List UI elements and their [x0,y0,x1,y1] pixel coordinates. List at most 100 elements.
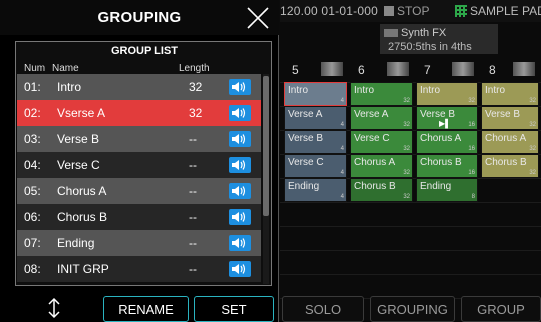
up-down-arrow-icon[interactable] [44,297,64,319]
rename-button[interactable]: RENAME [103,296,189,322]
speaker-icon[interactable] [229,235,251,251]
speaker-icon[interactable] [229,131,251,147]
speaker-icon[interactable] [229,261,251,277]
solo-button[interactable]: SOLO [282,296,364,322]
grouping-popup: GROUPING GROUP LIST Num Name Length 01: I… [0,0,279,322]
close-icon[interactable] [246,6,270,30]
clip-cell[interactable]: Verse A 4 [284,106,347,130]
clip-length: 32 [468,98,475,104]
sample-pad-button[interactable]: SAMPLE PAD [470,4,541,18]
scrollbar-thumb[interactable] [263,76,269,216]
group-length: -- [189,132,197,146]
play-pause-icon: ▶▌ [439,119,451,128]
clip-label: Verse B [485,109,521,120]
stop-status[interactable]: STOP [397,4,429,18]
clip-length: 4 [340,194,344,200]
speaker-icon[interactable] [229,105,251,121]
column-thumbnail [321,62,343,76]
group-rows: 01: Intro 32 02: Vserse A 32 03: Verse B -- 04: Ve… [17,74,261,282]
clip-label: Chorus B [354,181,396,192]
group-name: Verse B [57,132,100,146]
group-row[interactable]: 08: INIT GRP -- [17,256,261,282]
clip-cell[interactable]: Ending 8 [416,178,478,202]
col-num-header: Num [24,63,46,74]
column-number: 8 [489,63,496,77]
clip-length: 32 [403,122,410,128]
group-row[interactable]: 04: Verse C -- [17,152,261,178]
group-number: 07: [24,236,41,250]
group-length: -- [189,158,197,172]
clip-length: 32 [403,194,410,200]
set-button[interactable]: SET [194,296,274,322]
speaker-icon[interactable] [229,209,251,225]
group-name: Ending [57,236,95,250]
group-row[interactable]: 03: Verse B -- [17,126,261,152]
scrollbar[interactable] [263,74,269,284]
clip-cell[interactable]: Verse A 32 [350,106,413,130]
column-number: 5 [292,63,299,77]
clip-cell[interactable]: Chorus B 32 [481,154,539,178]
clip-cell[interactable]: Intro 32 [350,82,413,106]
group-length: -- [189,210,197,224]
clip-label: Chorus B [420,157,462,168]
group-button[interactable]: GROUP [461,296,541,322]
clip-cell[interactable]: Intro 4 [284,82,347,106]
clip-cell[interactable]: Intro 32 [481,82,539,106]
column-header[interactable]: 7 [416,60,478,80]
group-length: -- [189,184,197,198]
group-row[interactable]: 01: Intro 32 [17,74,261,100]
group-number: 04: [24,158,41,172]
clip-length: 32 [403,170,410,176]
column-header[interactable]: 6 [350,60,413,80]
clip-label: Verse C [354,133,390,144]
clip-label: Chorus A [485,133,527,144]
clip-length: 4 [340,170,344,176]
speaker-icon[interactable] [229,79,251,95]
clip-cell[interactable]: Chorus B 16 [416,154,478,178]
column-header[interactable]: 5 [284,60,347,80]
clip-label: Chorus A [420,133,462,144]
popup-header: GROUPING [0,0,279,35]
col-length-header: Length [179,63,210,74]
grouping-button[interactable]: GROUPING [370,296,455,322]
clip-cell[interactable]: Verse B 32 [481,106,539,130]
speaker-icon[interactable] [229,183,251,199]
clip-length: 32 [403,98,410,104]
group-name: Chorus A [57,184,107,198]
grid-line [280,202,541,203]
stop-icon [384,6,394,16]
column-header[interactable]: 8 [481,60,539,80]
clip-length: 32 [529,98,536,104]
clip-label: Intro [354,85,375,96]
clip-cell[interactable]: Chorus B 32 [350,178,413,202]
clip-length: 16 [468,122,475,128]
clip-cell[interactable]: Verse C 4 [284,154,347,178]
clip-cell[interactable]: Intro 32 [416,82,478,106]
group-row[interactable]: 07: Ending -- [17,230,261,256]
group-row[interactable]: 05: Chorus A -- [17,178,261,204]
clip-label: Chorus B [485,157,527,168]
clip-cell[interactable]: Ending 4 [284,178,347,202]
clip-cell[interactable]: Verse B 4 [284,130,347,154]
clip-length: 4 [340,146,344,152]
column-thumbnail [452,62,474,76]
clip-label: Chorus A [354,157,396,168]
group-length: 32 [189,106,203,120]
speaker-icon[interactable] [229,157,251,173]
group-name: Vserse A [57,106,106,120]
clip-label: Verse A [288,109,323,120]
clip-cell[interactable]: Chorus A 16 [416,130,478,154]
sample-pad-icon [455,5,467,17]
column-thumbnail [387,62,409,76]
clip-cell[interactable]: Chorus A 32 [350,154,413,178]
clip-length: 16 [468,146,475,152]
clip-label: Ending [420,181,452,192]
group-number: 06: [24,210,41,224]
clip-cell[interactable]: Verse C 32 [350,130,413,154]
group-row[interactable]: 02: Vserse A 32 [17,100,261,126]
clip-cell[interactable]: Verse B 16 ▶▌ [416,106,478,130]
clip-length: 16 [468,170,475,176]
clip-cell[interactable]: Chorus A 32 [481,130,539,154]
clip-label: Verse A [354,109,389,120]
group-row[interactable]: 06: Chorus B -- [17,204,261,230]
